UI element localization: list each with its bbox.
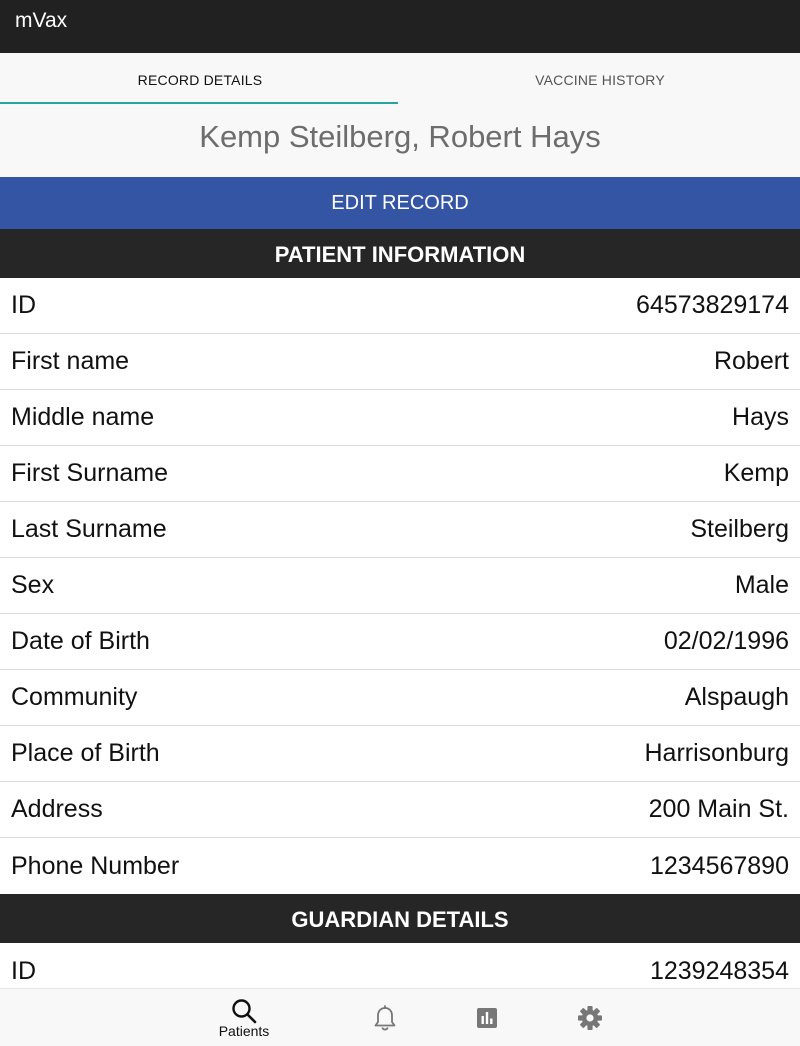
app-title: mVax (15, 9, 68, 32)
detail-row-community: Community Alspaugh (0, 670, 800, 726)
tab-record-details-label: RECORD DETAILS (137, 72, 263, 88)
detail-label: Last Surname (11, 515, 167, 543)
detail-label: ID (11, 956, 36, 985)
guardian-details-rows: ID 1239248354 (0, 943, 800, 988)
app-screen: mVax RECORD DETAILS VACCINE HISTORY Kemp… (0, 0, 800, 1046)
guardian-details-header: GUARDIAN DETAILS (0, 894, 800, 943)
tab-vaccine-history-label: VACCINE HISTORY (535, 72, 665, 88)
edit-record-label: EDIT RECORD (331, 192, 469, 214)
patient-information-title: PATIENT INFORMATION (274, 242, 526, 267)
detail-value: Kemp (723, 459, 789, 487)
nav-settings[interactable] (570, 989, 610, 1046)
detail-row-first-name: First name Robert (0, 334, 800, 390)
detail-row-date-of-birth: Date of Birth 02/02/1996 (0, 614, 800, 670)
nav-reports[interactable] (467, 989, 507, 1046)
detail-value: 200 Main St. (648, 795, 789, 823)
detail-value: Hays (732, 403, 789, 431)
bar-chart-icon (467, 1006, 507, 1030)
tab-vaccine-history[interactable]: VACCINE HISTORY (400, 53, 800, 105)
patient-name-heading: Kemp Steilberg, Robert Hays (199, 119, 601, 154)
tab-bar: RECORD DETAILS VACCINE HISTORY (0, 53, 800, 105)
guardian-row-id: ID 1239248354 (0, 943, 800, 988)
detail-label: ID (11, 291, 36, 319)
detail-value: Steilberg (690, 515, 789, 543)
detail-row-last-surname: Last Surname Steilberg (0, 502, 800, 558)
detail-label: Phone Number (11, 851, 180, 880)
gear-icon (570, 1005, 610, 1031)
detail-label: Sex (11, 571, 55, 599)
detail-row-middle-name: Middle name Hays (0, 390, 800, 446)
detail-row-id: ID 64573829174 (0, 278, 800, 334)
tab-record-details[interactable]: RECORD DETAILS (0, 53, 400, 105)
bell-icon (365, 1005, 405, 1033)
bottom-navigation: Patients (0, 988, 800, 1046)
guardian-details-title: GUARDIAN DETAILS (291, 907, 509, 932)
patient-information-rows: ID 64573829174 First name Robert Middle … (0, 278, 800, 894)
nav-patients-label: Patients (218, 1023, 270, 1039)
detail-label: Middle name (11, 403, 155, 431)
detail-label: First name (11, 347, 130, 375)
search-icon (204, 997, 284, 1025)
detail-label: Community (11, 683, 138, 711)
detail-value: 1234567890 (649, 851, 789, 880)
patient-information-header: PATIENT INFORMATION (0, 229, 800, 278)
detail-label: Date of Birth (11, 627, 150, 655)
record-details-list[interactable]: PATIENT INFORMATION ID 64573829174 First… (0, 229, 800, 988)
detail-value: Alspaugh (684, 683, 789, 711)
nav-patients[interactable]: Patients (204, 989, 284, 1046)
detail-value: Harrisonburg (644, 739, 789, 767)
detail-value: 1239248354 (649, 956, 789, 985)
detail-row-place-of-birth: Place of Birth Harrisonburg (0, 726, 800, 782)
detail-label: Address (11, 795, 103, 823)
detail-value: 02/02/1996 (663, 627, 789, 655)
detail-value: Robert (713, 347, 789, 375)
detail-row-address: Address 200 Main St. (0, 782, 800, 838)
app-title-bar: mVax (0, 0, 800, 53)
detail-label: First Surname (11, 459, 168, 487)
detail-value: 64573829174 (636, 291, 789, 319)
detail-label: Place of Birth (11, 739, 160, 767)
detail-row-phone-number: Phone Number 1234567890 (0, 838, 800, 894)
edit-record-button[interactable]: EDIT RECORD (0, 177, 800, 229)
detail-value: Male (734, 571, 789, 599)
nav-notifications[interactable] (365, 989, 405, 1046)
detail-row-first-surname: First Surname Kemp (0, 446, 800, 502)
detail-row-sex: Sex Male (0, 558, 800, 614)
